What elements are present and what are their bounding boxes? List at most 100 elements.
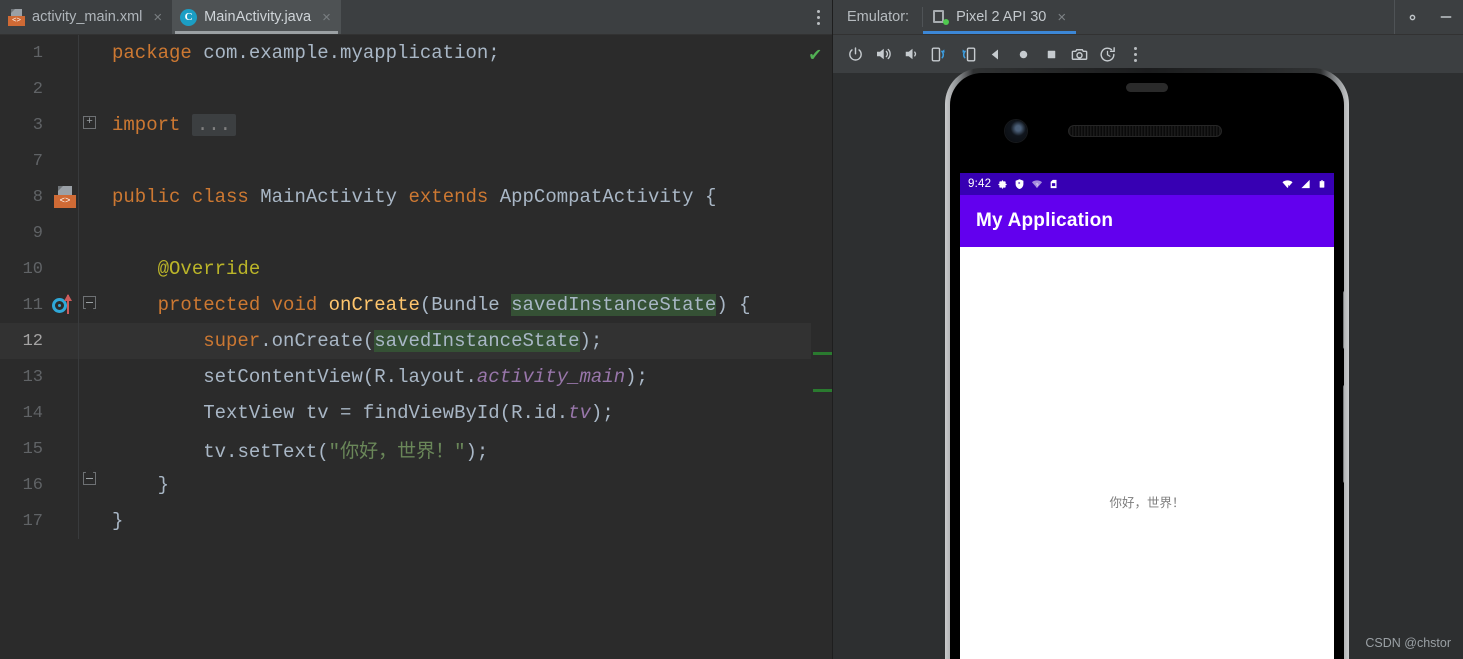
fold-column[interactable] <box>78 503 104 539</box>
volume-up-icon[interactable] <box>869 39 897 69</box>
home-icon[interactable] <box>1009 39 1037 69</box>
line-number: 3 <box>32 115 43 135</box>
power-icon[interactable] <box>841 39 869 69</box>
identifier-highlight: savedInstanceState <box>374 330 580 352</box>
rotate-left-icon[interactable] <box>925 39 953 69</box>
java-class-icon: C <box>180 8 198 26</box>
collapse-method-icon[interactable] <box>83 296 96 309</box>
wifi-question-icon: ? <box>1031 179 1043 190</box>
watermark-text: CSDN @chstor <box>1365 636 1451 650</box>
app-window: <> activity_main.xml × C MainActivity.ja… <box>0 0 1463 659</box>
gutter-icons[interactable] <box>52 323 78 359</box>
device-tab-pixel2-api30[interactable]: Pixel 2 API 30 × <box>923 0 1077 34</box>
fold-column[interactable] <box>78 35 104 71</box>
editor-tab-close-icon[interactable]: × <box>153 10 162 25</box>
emulator-device-stage[interactable]: 9:42 ? My Application 你好，世界！ CSDN @chsto… <box>833 68 1463 659</box>
app-bar-title: My Application <box>976 210 1114 231</box>
fold-column[interactable] <box>78 71 104 107</box>
code-text: setContentView(R.layout.activity_main); <box>203 366 648 388</box>
code-text: } <box>157 474 170 496</box>
editor-tab-mainactivity-java[interactable]: C MainActivity.java × <box>172 0 341 34</box>
folded-imports-region[interactable]: ... <box>191 114 237 136</box>
code-line: 9 <box>0 215 833 251</box>
screenshot-camera-icon[interactable] <box>1065 39 1093 69</box>
more-vertical-icon[interactable] <box>1121 39 1149 69</box>
fold-column[interactable] <box>78 431 104 467</box>
shield-icon <box>1014 178 1025 190</box>
gutter-icons[interactable] <box>52 107 78 143</box>
gutter-icons[interactable] <box>52 251 78 287</box>
device-bezel: 9:42 ? My Application 你好，世界！ <box>950 73 1344 659</box>
line-number: 1 <box>32 43 43 63</box>
code-text: protected void onCreate(Bundle savedInst… <box>157 294 751 316</box>
device-tab-label: Pixel 2 API 30 <box>956 9 1047 25</box>
fold-column[interactable] <box>78 323 104 359</box>
line-number: 12 <box>22 331 43 351</box>
volume-down-icon[interactable] <box>897 39 925 69</box>
editor-tab-activity-main-xml[interactable]: <> activity_main.xml × <box>0 0 173 34</box>
gutter-icons[interactable] <box>52 503 78 539</box>
gutter-icons[interactable] <box>52 287 78 323</box>
status-bar-clock: 9:42 <box>968 178 992 190</box>
top-speaker-pill <box>1126 83 1168 92</box>
line-number: 10 <box>22 259 43 279</box>
code-line-current: 12 super.onCreate(savedInstanceState); <box>0 323 833 359</box>
gear-icon <box>997 179 1008 190</box>
fold-column[interactable] <box>78 467 104 503</box>
identifier-highlight: savedInstanceState <box>511 294 717 316</box>
fold-column[interactable] <box>78 359 104 395</box>
ok-checkmark-icon[interactable]: ✔ <box>810 43 821 66</box>
vcs-change-marker <box>813 389 833 392</box>
code-line: 15 tv.setText("你好，世界！"); <box>0 431 833 467</box>
expand-imports-icon[interactable]: + <box>83 116 96 129</box>
history-restore-icon[interactable] <box>1093 39 1121 69</box>
fold-column[interactable] <box>78 179 104 215</box>
xml-marker-badge: <> <box>54 195 76 208</box>
gutter-icons[interactable] <box>52 431 78 467</box>
status-bar-right <box>1281 178 1326 190</box>
override-method-icon[interactable] <box>52 294 78 317</box>
line-number: 14 <box>22 403 43 423</box>
fold-column[interactable] <box>78 215 104 251</box>
fold-column[interactable]: + <box>78 107 104 143</box>
settings-gear-icon[interactable] <box>1395 0 1429 34</box>
editor-tab-label: activity_main.xml <box>32 9 143 25</box>
back-icon[interactable] <box>981 39 1009 69</box>
fold-column[interactable] <box>78 143 104 179</box>
line-number: 9 <box>32 223 43 243</box>
code-line: 8 <> public class MainActivity extends A… <box>0 179 833 215</box>
xml-layout-marker-icon[interactable]: <> <box>54 186 76 208</box>
editor-tab-close-icon[interactable]: × <box>322 10 331 25</box>
gutter-icons[interactable] <box>52 143 78 179</box>
gutter-icons[interactable] <box>52 35 78 71</box>
more-vertical-icon[interactable] <box>803 0 833 34</box>
gutter-icons[interactable] <box>52 215 78 251</box>
device-tab-close-icon[interactable]: × <box>1057 10 1066 25</box>
overview-icon[interactable] <box>1037 39 1065 69</box>
gutter-icons[interactable]: <> <box>52 179 78 215</box>
line-number: 8 <box>32 187 43 207</box>
minimize-icon[interactable] <box>1429 0 1463 34</box>
android-status-bar: 9:42 ? <box>960 173 1334 195</box>
gutter-icons[interactable] <box>52 71 78 107</box>
editor-right-margin[interactable]: ✔ <box>810 35 833 659</box>
android-screen[interactable]: 9:42 ? My Application 你好，世界！ <box>960 173 1334 659</box>
device-power-button[interactable] <box>1343 291 1344 349</box>
code-line: 16 } <box>0 467 833 503</box>
fold-column[interactable] <box>78 251 104 287</box>
device-volume-button[interactable] <box>1343 385 1344 483</box>
code-line: 14 TextView tv = findViewById(R.id.tv); <box>0 395 833 431</box>
gutter-icons[interactable] <box>52 359 78 395</box>
gutter-icons[interactable] <box>52 467 78 503</box>
fold-column[interactable] <box>78 287 104 323</box>
code-editor[interactable]: 1 package com.example.myapplication; 2 3… <box>0 35 833 659</box>
app-content-area[interactable]: 你好，世界！ <box>960 247 1334 659</box>
code-text: tv.setText("你好，世界！"); <box>203 440 489 463</box>
rotate-right-icon[interactable] <box>953 39 981 69</box>
editor-tab-label: MainActivity.java <box>204 9 312 25</box>
fold-column[interactable] <box>78 395 104 431</box>
collapse-method-end-icon[interactable] <box>83 472 96 485</box>
code-text: super.onCreate(savedInstanceState); <box>203 330 603 352</box>
gutter-icons[interactable] <box>52 395 78 431</box>
cell-signal-icon <box>1300 179 1312 190</box>
